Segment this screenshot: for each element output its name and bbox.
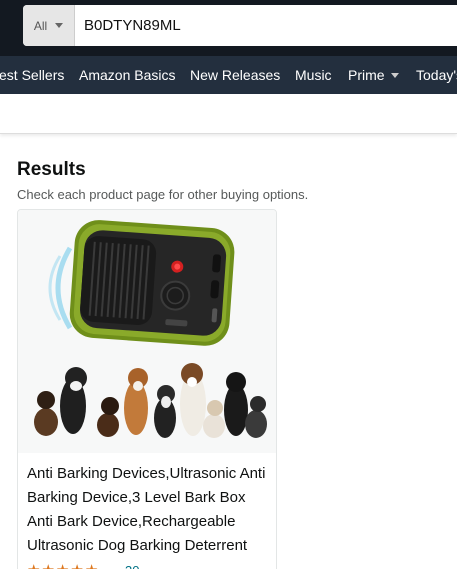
search-category-label: All bbox=[33, 18, 48, 33]
rating-stars[interactable]: ★ ★ ★ ★ ★ bbox=[27, 563, 98, 569]
nav-item-music[interactable]: Music bbox=[295, 56, 332, 94]
search-bar: All bbox=[23, 5, 457, 46]
rating-count-link[interactable]: 30 bbox=[125, 563, 139, 569]
product-title-link[interactable]: Anti Barking Devices,Ultrasonic Anti Bar… bbox=[27, 462, 269, 558]
star-icon: ★ bbox=[70, 563, 83, 569]
product-image-graphic bbox=[34, 220, 267, 438]
star-icon: ★ bbox=[41, 563, 54, 569]
star-icon: ★ bbox=[56, 563, 69, 569]
product-card: Anti Barking Devices,Ultrasonic Anti Bar… bbox=[17, 209, 277, 569]
nav-item-prime-label: Prime bbox=[348, 67, 385, 83]
nav-item-prime[interactable]: Prime bbox=[348, 56, 399, 94]
header-bar: All bbox=[0, 0, 457, 56]
results-subtitle: Check each product page for other buying… bbox=[17, 187, 309, 202]
nav-item-amazon-basics[interactable]: Amazon Basics bbox=[79, 56, 175, 94]
results-heading: Results bbox=[17, 159, 86, 180]
search-category-dropdown[interactable]: All bbox=[23, 5, 75, 46]
chevron-down-icon bbox=[55, 23, 64, 28]
nav-item-best-sellers[interactable]: est Sellers bbox=[0, 56, 64, 94]
nav-item-new-releases[interactable]: New Releases bbox=[190, 56, 280, 94]
star-half-icon: ★ bbox=[85, 563, 98, 569]
search-input[interactable] bbox=[75, 5, 457, 46]
sub-toolbar bbox=[0, 94, 457, 134]
nav-bar: est Sellers Amazon Basics New Releases M… bbox=[0, 56, 457, 94]
nav-item-todays-deals[interactable]: Today's bbox=[416, 56, 457, 94]
star-icon: ★ bbox=[27, 563, 40, 569]
product-image[interactable] bbox=[18, 210, 276, 453]
chevron-down-icon bbox=[390, 72, 399, 78]
